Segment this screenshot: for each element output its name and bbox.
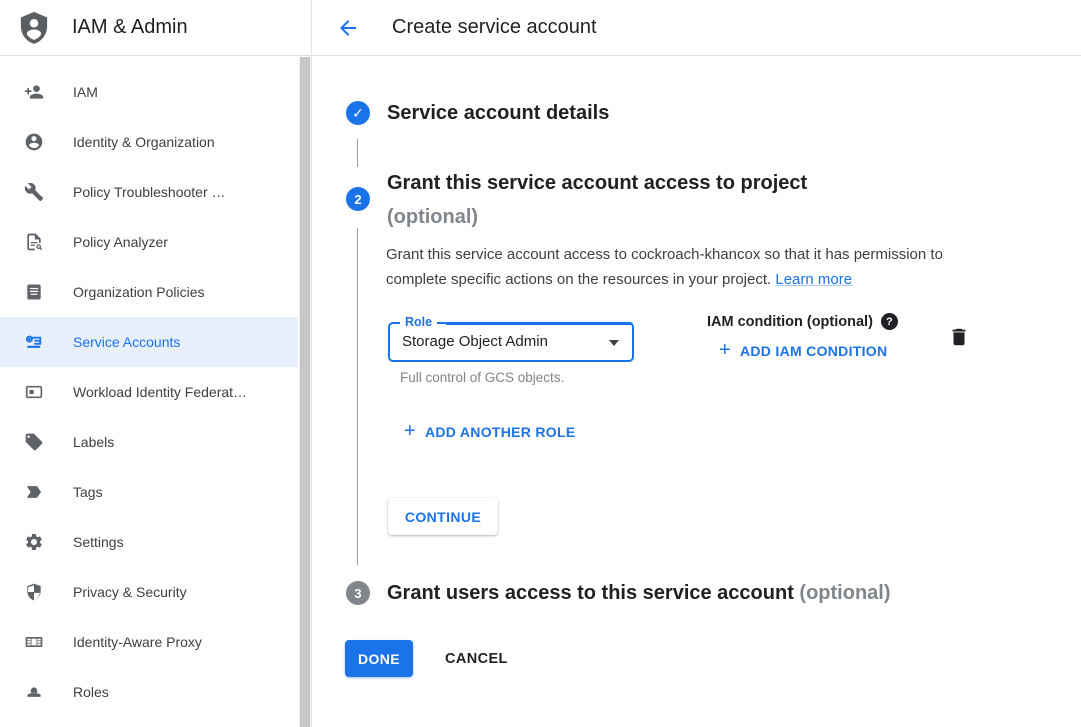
step3-title-text: Grant users access to this service accou… (387, 582, 794, 604)
sidebar-item-privacy-security[interactable]: Privacy & Security (0, 567, 298, 617)
sidebar-item-label: Tags (73, 484, 103, 500)
sidebar-item-service-accounts[interactable]: Service Accounts (0, 317, 298, 367)
step2-optional-label: (optional) (387, 206, 478, 228)
continue-button[interactable]: CONTINUE (388, 498, 498, 535)
sidebar-item-iam[interactable]: IAM (0, 67, 298, 117)
policy-analyzer-icon (24, 232, 44, 252)
add-iam-condition-button[interactable]: + ADD IAM CONDITION (719, 343, 887, 359)
iam-shield-logo-icon (19, 11, 49, 44)
check-icon: ✓ (352, 106, 364, 120)
sidebar-item-policy-analyzer[interactable]: Policy Analyzer (0, 217, 298, 267)
label-tag-icon (24, 432, 44, 452)
account-circle-icon (24, 132, 44, 152)
sidebar-item-policy-troubleshooter[interactable]: Policy Troubleshooter … (0, 167, 298, 217)
sidebar-item-label: Organization Policies (73, 284, 205, 300)
role-helper-text: Full control of GCS objects. (400, 370, 564, 385)
sidebar-item-roles[interactable]: Roles (0, 667, 298, 717)
wrench-icon (24, 182, 44, 202)
step1-complete-badge: ✓ (346, 101, 370, 125)
sidebar-item-label: Settings (73, 534, 124, 550)
service-account-key-icon (24, 332, 44, 352)
chevron-down-icon (609, 340, 619, 346)
iam-condition-label-row: IAM condition (optional) ? (707, 313, 898, 330)
step3-heading: Grant users access to this service accou… (387, 582, 891, 605)
sidebar-nav: IAM Identity & Organization Policy Troub… (0, 56, 298, 727)
cancel-button[interactable]: CANCEL (437, 640, 516, 677)
shield-half-icon (24, 582, 44, 602)
step2-heading: Grant this service account access to pro… (387, 166, 807, 234)
badge-card-icon (24, 382, 44, 402)
sidebar-item-label: Privacy & Security (73, 584, 187, 600)
trash-icon (948, 326, 970, 348)
add-another-role-label: ADD ANOTHER ROLE (425, 424, 576, 440)
role-selected-value: Storage Object Admin (402, 333, 548, 350)
step2-description: Grant this service account access to coc… (386, 242, 986, 292)
sidebar-item-label: Roles (73, 684, 109, 700)
sidebar-item-label: Service Accounts (73, 334, 180, 350)
learn-more-link[interactable]: Learn more (775, 271, 852, 288)
sidebar-scrollbar[interactable] (299, 57, 311, 727)
sidebar-divider (311, 0, 312, 727)
document-lines-icon (24, 282, 44, 302)
step2-number: 2 (354, 192, 361, 207)
help-icon[interactable]: ? (881, 313, 898, 330)
header-page-section: Create service account (312, 0, 1081, 55)
sidebar-item-label: IAM (73, 84, 98, 100)
hat-icon (24, 682, 44, 702)
sidebar-item-tags[interactable]: Tags (0, 467, 298, 517)
person-add-icon (24, 82, 44, 102)
sidebar-item-label: Identity-Aware Proxy (73, 634, 202, 650)
done-button[interactable]: DONE (345, 640, 413, 677)
tag-arrow-icon (24, 482, 44, 502)
sidebar-item-label: Policy Analyzer (73, 234, 168, 250)
sidebar-item-workload-identity-federation[interactable]: Workload Identity Federat… (0, 367, 298, 417)
sidebar-item-labels[interactable]: Labels (0, 417, 298, 467)
help-icon-glyph: ? (886, 316, 893, 328)
sidebar-item-label: Labels (73, 434, 114, 450)
step2-title: Grant this service account access to pro… (387, 172, 807, 194)
step3-number-badge: 3 (346, 581, 370, 605)
sidebar-item-label: Identity & Organization (73, 134, 215, 150)
iam-condition-label: IAM condition (optional) (707, 314, 873, 330)
product-title: IAM & Admin (72, 16, 188, 39)
sidebar-item-label: Policy Troubleshooter … (73, 184, 226, 200)
header-product-section: IAM & Admin (0, 0, 312, 55)
step3-optional-label: (optional) (799, 582, 890, 604)
sidebar-item-identity-organization[interactable]: Identity & Organization (0, 117, 298, 167)
add-iam-condition-label: ADD IAM CONDITION (740, 343, 887, 359)
step2-description-text: Grant this service account access to coc… (386, 246, 943, 288)
step2-number-badge: 2 (346, 187, 370, 211)
role-field-focus-line (446, 322, 633, 325)
step-connector (357, 139, 358, 167)
sidebar-item-settings[interactable]: Settings (0, 517, 298, 567)
back-arrow-icon[interactable] (336, 16, 360, 40)
add-another-role-button[interactable]: + ADD ANOTHER ROLE (404, 424, 576, 440)
role-select[interactable]: Role Storage Object Admin (388, 322, 634, 362)
main-content: ✓ Service account details 2 Grant this s… (312, 56, 1081, 727)
step1-title: Service account details (387, 102, 609, 125)
sidebar-item-organization-policies[interactable]: Organization Policies (0, 267, 298, 317)
gear-icon (24, 532, 44, 552)
step-connector (357, 228, 358, 565)
app-header: IAM & Admin Create service account (0, 0, 1081, 56)
sidebar-item-identity-aware-proxy[interactable]: Identity-Aware Proxy (0, 617, 298, 667)
step3-number: 3 (354, 586, 361, 601)
delete-role-button[interactable] (948, 326, 970, 348)
page-title: Create service account (392, 16, 597, 39)
iam-create-service-account-page: IAM & Admin Create service account IAM I… (0, 0, 1081, 727)
role-field-label: Role (400, 315, 437, 329)
sidebar-item-label: Workload Identity Federat… (73, 384, 247, 400)
proxy-panel-icon (24, 632, 44, 652)
